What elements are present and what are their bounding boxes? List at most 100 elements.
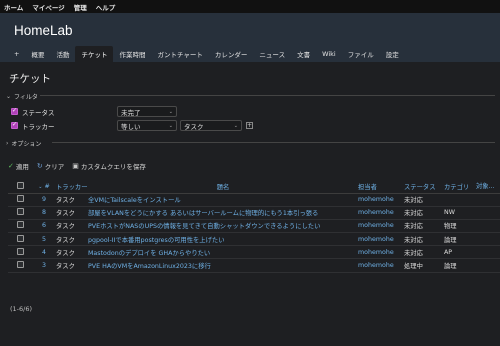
column-header-status[interactable]: ステータス — [404, 180, 444, 194]
tab-issues[interactable]: チケット — [75, 46, 114, 62]
tab-time-entries[interactable]: 作業時間 — [113, 46, 151, 62]
tab-documents[interactable]: 文書 — [291, 46, 316, 62]
issue-subject-link[interactable]: 部屋をVLANをどうにかする あるいはサーバールームに物理的にもう1本引っ張る — [88, 210, 318, 217]
chevron-down-icon: ⌄ — [168, 122, 173, 129]
tab-wiki[interactable]: Wiki — [316, 46, 342, 62]
issue-subject-cell: 全VMにTailscaleをインストール — [88, 193, 358, 207]
clear-button[interactable]: ↻ クリア — [37, 161, 64, 171]
issue-category: NW — [444, 206, 476, 220]
row-checkbox[interactable] — [16, 195, 24, 203]
table-row: 3 タスク PVE HAのVMをAmazonLinux2023に移行 mohem… — [8, 258, 500, 273]
issue-assignee-link[interactable]: mohemohe — [358, 196, 394, 203]
column-header-tracker[interactable]: トラッカー — [56, 180, 88, 194]
issue-id-link[interactable]: 6 — [42, 222, 46, 229]
issue-id-link[interactable]: 3 — [42, 262, 46, 269]
status-filter-checkbox[interactable] — [11, 107, 18, 115]
issue-tracker: タスク — [56, 245, 88, 260]
top-menu-home[interactable]: ホーム — [4, 2, 23, 12]
column-header-subject[interactable]: 題名 — [88, 180, 358, 194]
tracker-value-select[interactable]: タスク ⌄ — [180, 120, 242, 131]
save-query-button[interactable]: ▣ カスタムクエリを保存 — [72, 161, 146, 171]
row-checkbox-cell — [8, 206, 32, 220]
issue-subject-cell: PVEホストがNASのUPSの情報を見てきて自動シャットダウンできるようにしたい — [88, 219, 358, 234]
issue-id-cell: 5 — [32, 232, 56, 247]
project-title[interactable]: HomeLab — [14, 23, 73, 38]
issue-id-cell: 9 — [32, 193, 56, 207]
row-checkbox[interactable] — [16, 221, 24, 229]
main-content: チケット ⌄ フィルタ ステータス 未完了 ⌄ トラッカー 等しい ⌄ タスク … — [0, 62, 500, 346]
column-header-target[interactable]: 対象... — [476, 180, 500, 194]
apply-label: 適用 — [15, 163, 29, 171]
main-nav: + 概要 活動 チケット 作業時間 ガントチャート カレンダー ニュース 文書 … — [8, 46, 405, 62]
tab-gantt[interactable]: ガントチャート — [151, 46, 208, 62]
select-all-checkbox[interactable] — [16, 181, 24, 189]
issue-subject-link[interactable]: 全VMにTailscaleをインストール — [88, 197, 181, 204]
query-actions: ✓ 適用 ↻ クリア ▣ カスタムクエリを保存 — [8, 161, 146, 171]
tab-files[interactable]: ファイル — [342, 46, 380, 62]
issue-tracker: タスク — [56, 193, 88, 207]
issue-assignee-link[interactable]: mohemohe — [358, 222, 394, 229]
row-checkbox[interactable] — [16, 247, 24, 255]
issue-subject-cell: Mastodonのデプロイを GHAからやりたい — [88, 245, 358, 260]
plus-icon[interactable]: + — [246, 122, 253, 129]
issue-target — [476, 219, 500, 234]
table-header-row: ⌄ # トラッカー 題名 担当者 ステータス カテゴリ 対象... — [8, 180, 500, 194]
issue-subject-cell: pgpool-IIで本番用postgresの可用性を上げたい — [88, 232, 358, 247]
issue-assignee-link[interactable]: mohemohe — [358, 209, 394, 216]
tracker-operator-select[interactable]: 等しい ⌄ — [117, 120, 177, 131]
column-header-id[interactable]: ⌄ # — [32, 180, 56, 194]
issue-category: AP — [444, 245, 476, 260]
check-icon: ✓ — [8, 162, 14, 170]
status-operator-value: 未完了 — [121, 108, 141, 117]
issue-id-link[interactable]: 4 — [42, 249, 46, 256]
chevron-down-icon: ⌄ — [168, 108, 173, 115]
select-all-cell — [8, 180, 32, 194]
top-menu-admin[interactable]: 管理 — [74, 2, 87, 12]
column-header-category[interactable]: カテゴリ — [444, 180, 476, 194]
tracker-filter-checkbox[interactable] — [11, 121, 18, 129]
issue-status: 未対応 — [404, 232, 444, 247]
table-row: 5 タスク pgpool-IIで本番用postgresの可用性を上げたい moh… — [8, 232, 500, 247]
tracker-operator-value: 等しい — [121, 122, 141, 131]
issue-subject-link[interactable]: pgpool-IIで本番用postgresの可用性を上げたい — [88, 237, 225, 244]
apply-button[interactable]: ✓ 適用 — [8, 161, 29, 171]
tab-overview[interactable]: 概要 — [25, 46, 50, 62]
issue-subject-link[interactable]: PVEホストがNASのUPSの情報を見てきて自動シャットダウンできるようにしたい — [88, 223, 320, 230]
tab-activity[interactable]: 活動 — [50, 46, 75, 62]
tab-new[interactable]: + — [8, 46, 25, 62]
row-checkbox[interactable] — [16, 208, 24, 216]
row-checkbox-cell — [8, 232, 32, 247]
issue-tracker: タスク — [56, 258, 88, 273]
issue-category — [444, 193, 476, 207]
issue-assignee-link[interactable]: mohemohe — [358, 262, 394, 269]
issue-assignee-link[interactable]: mohemohe — [358, 236, 394, 243]
issue-assignee-link[interactable]: mohemohe — [358, 249, 394, 256]
issue-id-cell: 3 — [32, 258, 56, 273]
row-checkbox[interactable] — [16, 234, 24, 242]
issue-subject-link[interactable]: Mastodonのデプロイを GHAからやりたい — [88, 250, 210, 257]
issue-subject-link[interactable]: PVE HAのVMをAmazonLinux2023に移行 — [88, 263, 211, 270]
tab-calendar[interactable]: カレンダー — [209, 46, 254, 62]
filters-legend[interactable]: ⌄ フィルタ — [6, 92, 38, 101]
status-filter-label: ステータス — [22, 108, 55, 117]
pagination-count: (1-6/6) — [10, 305, 33, 313]
options-legend[interactable]: › オプション — [6, 139, 41, 148]
row-checkbox-cell — [8, 193, 32, 207]
column-header-assignee[interactable]: 担当者 — [358, 180, 404, 194]
top-menu-bar: ホーム マイページ 管理 ヘルプ — [0, 0, 500, 13]
issue-id-link[interactable]: 5 — [42, 236, 46, 243]
issue-id-cell: 4 — [32, 245, 56, 260]
top-menu-help[interactable]: ヘルプ — [96, 2, 116, 12]
top-menu-mypage[interactable]: マイページ — [32, 2, 64, 12]
filter-row-tracker: トラッカー 等しい ⌄ タスク ⌄ + — [11, 120, 253, 131]
row-checkbox[interactable] — [16, 261, 24, 269]
status-operator-select[interactable]: 未完了 ⌄ — [117, 106, 177, 117]
issue-id-link[interactable]: 8 — [42, 209, 46, 216]
issue-id-link[interactable]: 9 — [42, 196, 46, 203]
tab-news[interactable]: ニュース — [253, 46, 291, 62]
table-row: 6 タスク PVEホストがNASのUPSの情報を見てきて自動シャットダウンできる… — [8, 219, 500, 234]
tab-settings[interactable]: 設定 — [380, 46, 405, 62]
filters-legend-label: フィルタ — [14, 94, 38, 101]
filter-row-status: ステータス 未完了 ⌄ — [11, 106, 177, 117]
issue-status: 未対応 — [404, 219, 444, 234]
